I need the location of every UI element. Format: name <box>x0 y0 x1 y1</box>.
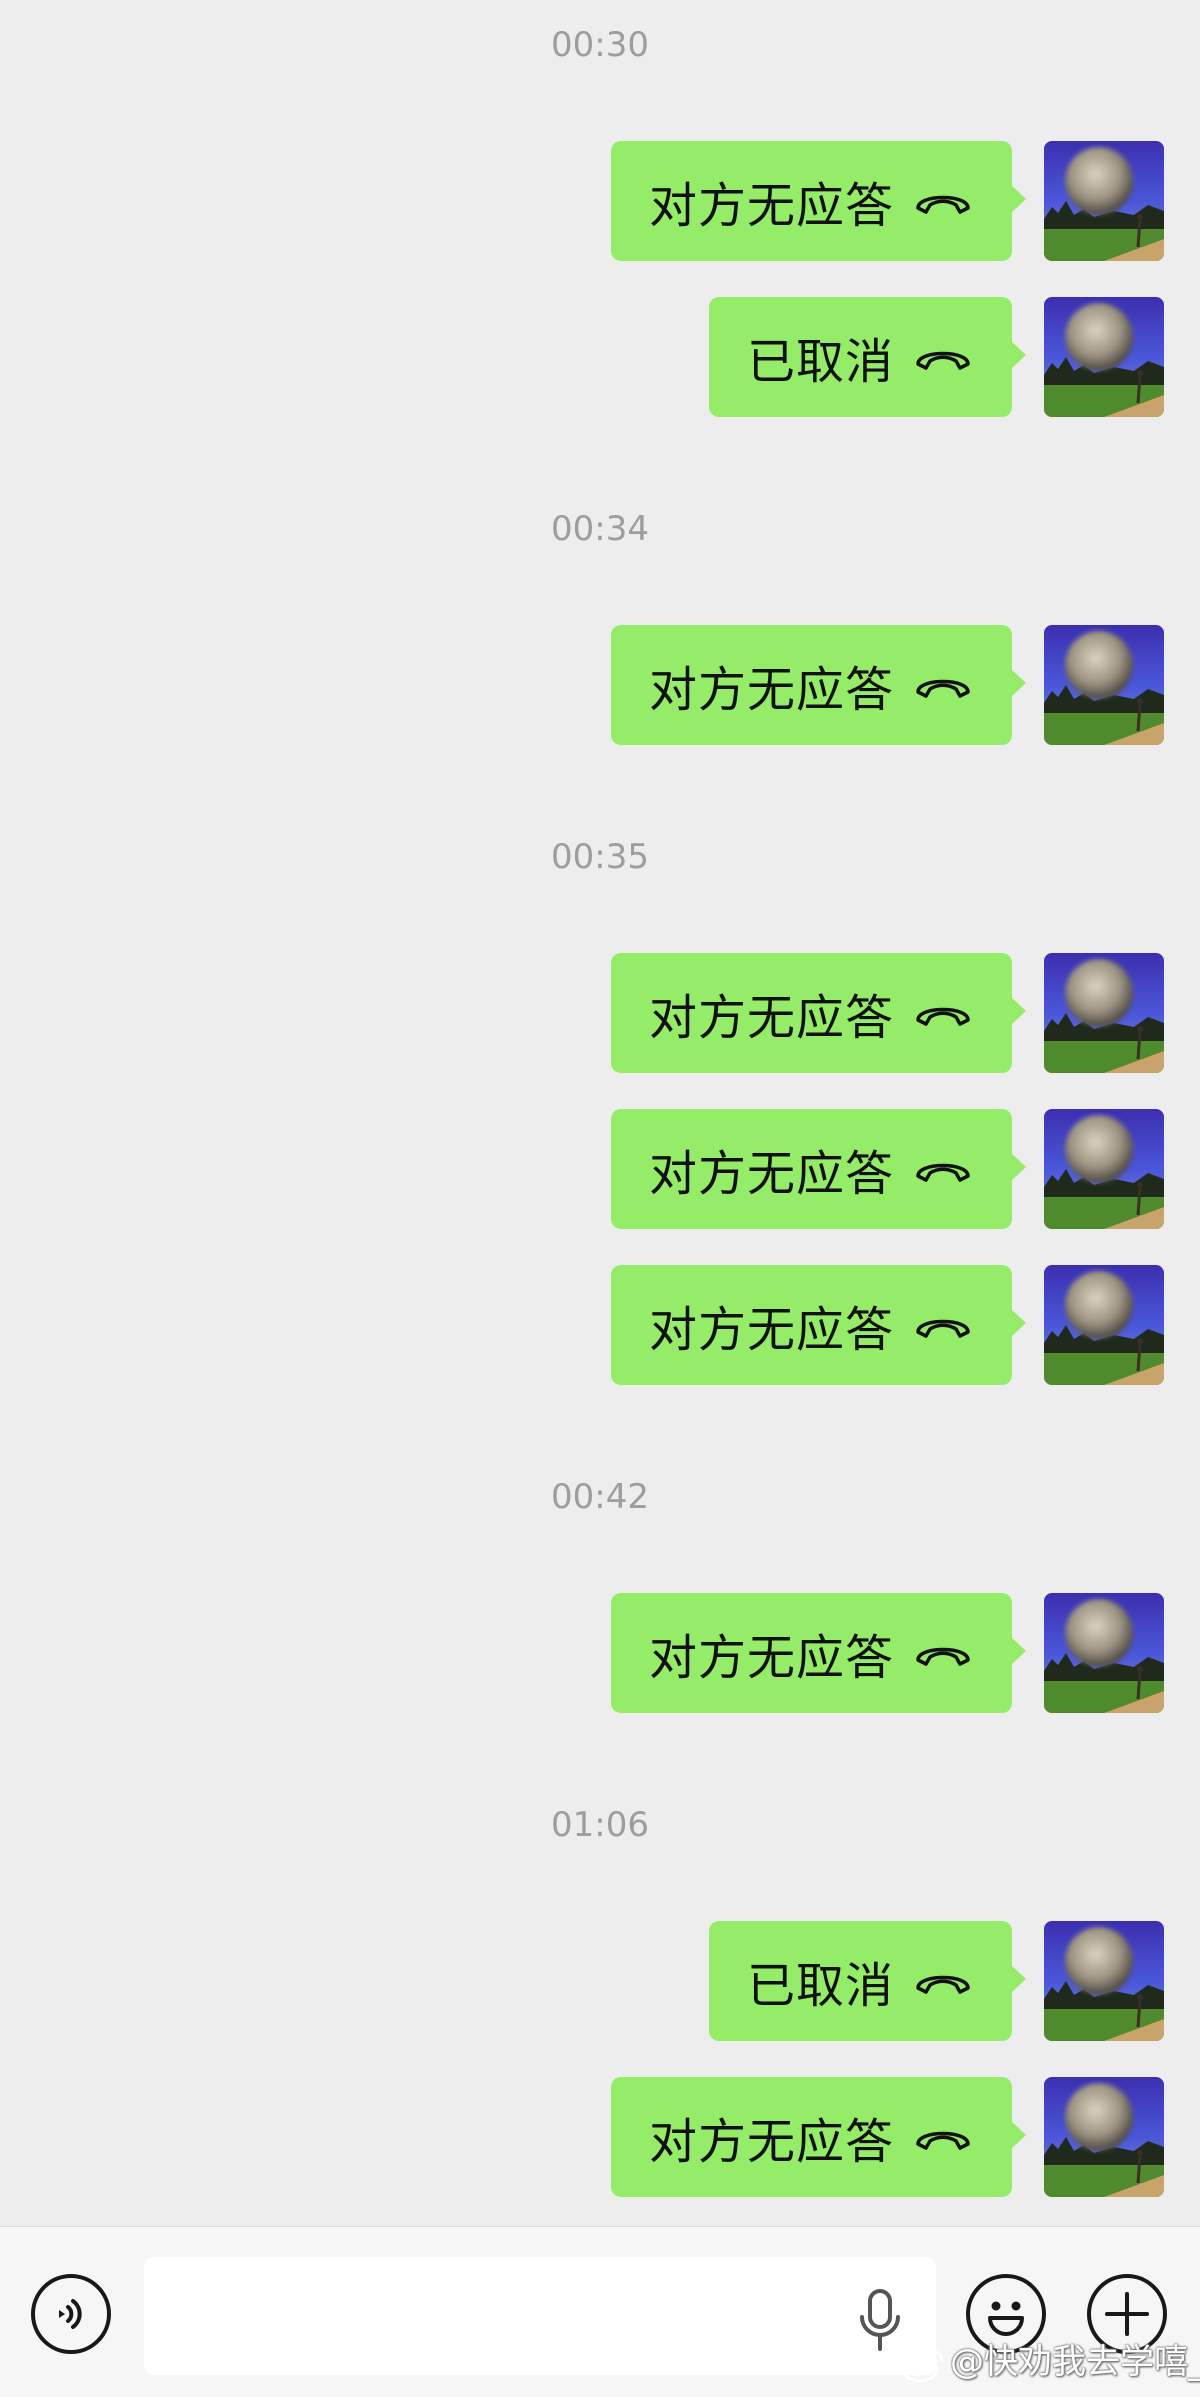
hangup-phone-icon <box>916 1647 970 1666</box>
hangup-phone-icon <box>916 1975 970 1994</box>
avatar-image <box>1044 297 1164 417</box>
avatar-image <box>1044 1593 1164 1713</box>
avatar-image <box>1044 953 1164 1073</box>
weibo-logo-icon <box>901 2349 944 2382</box>
message-row: 对方无应答 <box>0 953 1200 1073</box>
voice-toggle-icon <box>59 2299 82 2329</box>
call-status-text: 已取消 <box>746 1958 894 2014</box>
avatar[interactable] <box>1044 1921 1164 2041</box>
handset-shape <box>916 195 970 214</box>
timestamp: 01:06 <box>551 1805 649 1845</box>
watermark-text: @快劝我去学嘻_ <box>950 2342 1200 2382</box>
call-record-bubble[interactable]: 对方无应答 <box>610 2077 1027 2197</box>
call-status-text: 对方无应答 <box>648 1302 894 1358</box>
avatar[interactable] <box>1044 625 1164 745</box>
message-row: 对方无应答 <box>0 1265 1200 1385</box>
call-record-bubble[interactable]: 对方无应答 <box>610 141 1027 261</box>
handset-shape <box>916 1647 970 1666</box>
call-record-bubble[interactable]: 已取消 <box>708 297 1027 417</box>
hangup-phone-icon <box>916 195 970 214</box>
call-record-bubble[interactable]: 已取消 <box>708 1921 1027 2041</box>
avatar[interactable] <box>1044 1593 1164 1713</box>
call-record-bubble[interactable]: 对方无应答 <box>610 1593 1027 1713</box>
hangup-phone-icon <box>916 1163 970 1182</box>
handset-shape <box>916 2131 970 2150</box>
message-row: 已取消 <box>0 1921 1200 2041</box>
avatar-image <box>1044 2077 1164 2197</box>
message-row: 对方无应答 <box>0 625 1200 745</box>
message-row: 对方无应答 <box>0 1593 1200 1713</box>
message-row: 对方无应答 <box>0 1109 1200 1229</box>
call-status-text: 已取消 <box>746 334 894 390</box>
avatar-image <box>1044 1265 1164 1385</box>
microphone-icon[interactable] <box>856 2287 904 2355</box>
hangup-phone-icon <box>916 2131 970 2150</box>
avatar-image <box>1044 1921 1164 2041</box>
handset-shape <box>916 351 970 370</box>
call-record-bubble[interactable]: 对方无应答 <box>610 625 1027 745</box>
hangup-phone-icon <box>916 1007 970 1026</box>
call-status-text: 对方无应答 <box>648 2114 894 2170</box>
avatar[interactable] <box>1044 297 1164 417</box>
call-status-text: 对方无应答 <box>648 990 894 1046</box>
call-record-bubble[interactable]: 对方无应答 <box>610 1109 1027 1229</box>
timestamp: 00:42 <box>551 1477 649 1517</box>
call-status-text: 对方无应答 <box>648 1630 894 1686</box>
avatar[interactable] <box>1044 953 1164 1073</box>
call-record-bubble[interactable]: 对方无应答 <box>610 953 1027 1073</box>
timestamp: 00:34 <box>551 509 649 549</box>
message-input[interactable] <box>144 2257 936 2375</box>
hangup-phone-icon <box>916 351 970 370</box>
call-status-text: 对方无应答 <box>648 662 894 718</box>
avatar-image <box>1044 625 1164 745</box>
handset-shape <box>916 1163 970 1182</box>
handset-shape <box>916 1007 970 1026</box>
message-row: 对方无应答 <box>0 2077 1200 2197</box>
message-row: 对方无应答 <box>0 141 1200 261</box>
call-status-text: 对方无应答 <box>648 178 894 234</box>
hangup-phone-icon <box>916 679 970 698</box>
avatar-image <box>1044 141 1164 261</box>
call-status-text: 对方无应答 <box>648 1146 894 1202</box>
voice-toggle-button[interactable] <box>31 2274 111 2354</box>
timestamp: 00:35 <box>551 837 649 877</box>
avatar-image <box>1044 1109 1164 1229</box>
avatar[interactable] <box>1044 1109 1164 1229</box>
call-record-bubble[interactable]: 对方无应答 <box>610 1265 1027 1385</box>
avatar[interactable] <box>1044 141 1164 261</box>
timestamp: 00:30 <box>551 25 649 65</box>
avatar[interactable] <box>1044 1265 1164 1385</box>
avatar[interactable] <box>1044 2077 1164 2197</box>
watermark: @快劝我去学嘻_ <box>900 2340 1200 2384</box>
handset-shape <box>916 679 970 698</box>
message-row: 已取消 <box>0 297 1200 417</box>
handset-shape <box>916 1975 970 1994</box>
chat-area[interactable]: 00:30 对方无应答 已取消 00:34 对方无应答 00:35 对方无应答 <box>0 0 1200 2226</box>
handset-shape <box>916 1319 970 1338</box>
hangup-phone-icon <box>916 1319 970 1338</box>
